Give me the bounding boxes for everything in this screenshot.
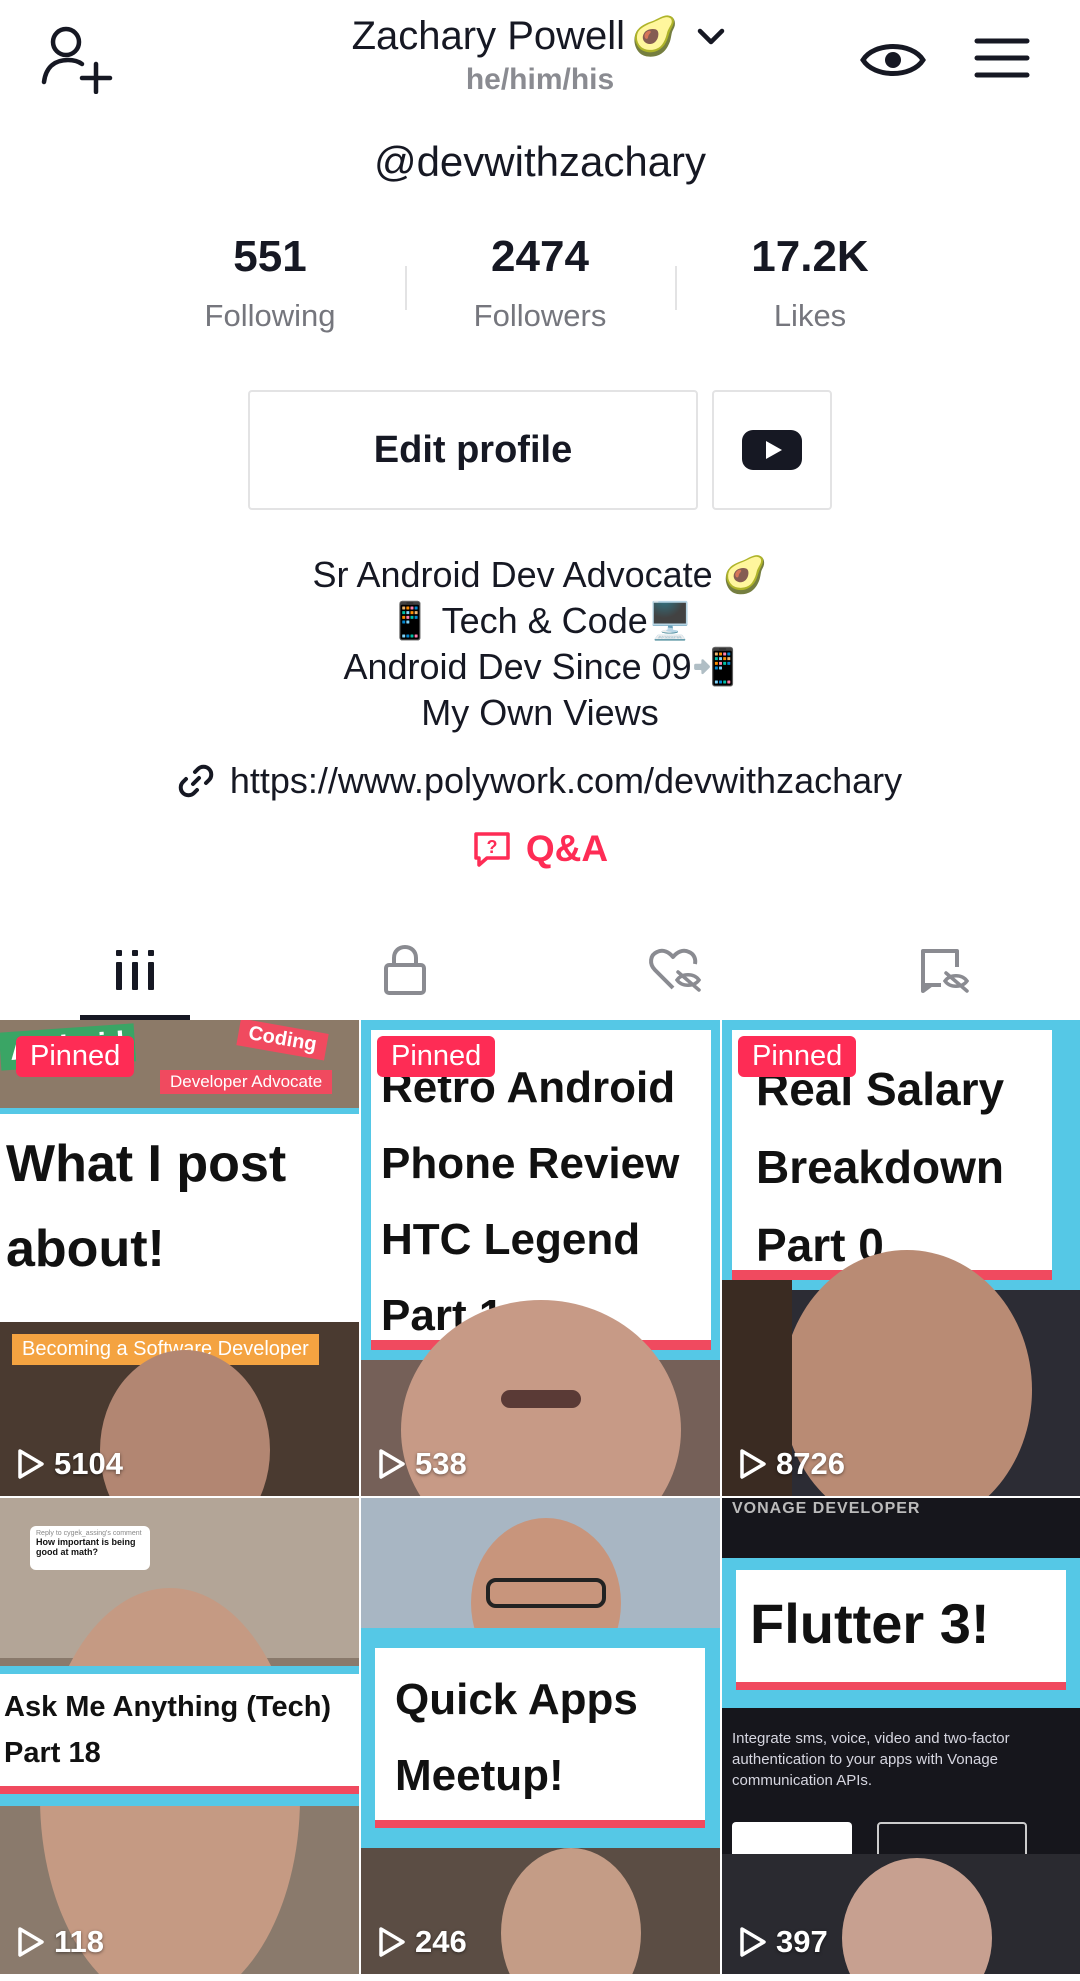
profile-bio: Sr Android Dev Advocate 🥑 📱 Tech & Code🖥… [0,552,1080,736]
comment-text: How important is being good at math? [36,1537,136,1557]
video-title-line: Flutter 3! [750,1592,990,1655]
play-icon [740,1927,766,1957]
avocado-emoji: 🥑 [631,15,679,58]
svg-text:?: ? [486,837,497,857]
qa-button[interactable]: ? Q&A [0,828,1080,870]
profile-handle: @devwithzachary [373,138,707,185]
play-icon [740,1449,766,1479]
video-title-line: Meetup! [395,1751,564,1800]
pinned-badge: Pinned [738,1036,857,1077]
video-caption: Integrate sms, voice, video and two-fact… [732,1730,1010,1789]
comment-reply-label: Reply to cygek_assing's comment [36,1530,142,1537]
play-icon [18,1449,44,1479]
youtube-icon [742,430,802,470]
stat-likes[interactable]: 17.2K Likes [675,232,945,334]
video-thumbnail[interactable]: Android Coding Developer Advocate What I… [0,1020,359,1496]
view-count: 118 [16,1924,104,1960]
profile-actions: Edit profile [0,390,1080,510]
edit-profile-button[interactable]: Edit profile [248,390,698,510]
video-title-line: What I post [6,1135,287,1193]
video-tag: Developer Advocate [160,1070,333,1094]
view-count: 5104 [16,1446,123,1482]
menu-icon[interactable] [974,34,1030,82]
qa-label: Q&A [525,828,609,869]
video-grid: Android Coding Developer Advocate What I… [0,1020,1080,1974]
lock-icon [384,944,426,995]
likes-label: Likes [773,298,847,333]
video-title-line: Ask Me Anything (Tech) [4,1691,332,1723]
view-count: 397 [738,1924,828,1960]
youtube-button[interactable] [712,390,832,510]
chevron-down-icon[interactable] [694,20,728,54]
video-thumbnail[interactable]: Retro Android Phone Review HTC Legend Pa… [361,1020,720,1496]
view-count: 538 [377,1446,467,1482]
link-text: https://www.polywork.com/devwithzachary [229,760,903,801]
video-title-line: about! [6,1220,165,1278]
brand-text: VONAGE DEVELOPER [732,1500,921,1517]
grid-icon [116,950,154,990]
play-icon [379,1449,405,1479]
video-thumbnail[interactable]: Reply to cygek_assing's comment How impo… [0,1498,359,1974]
tab-videos[interactable] [0,920,270,1020]
following-count: 551 [233,232,307,281]
bio-line: 📱 Tech & Code🖥️ [387,600,693,641]
link-icon [178,764,214,798]
content-tabs [0,920,1080,1020]
tab-private[interactable] [270,920,540,1020]
view-count: 8726 [738,1446,845,1482]
following-label: Following [204,298,336,333]
top-bar: Zachary Powell 🥑 he/him/his [0,0,1080,110]
bio-line: My Own Views [421,692,659,733]
likes-count: 17.2K [751,232,869,281]
video-title-line: Phone Review [381,1139,680,1188]
stat-followers[interactable]: 2474 Followers [405,232,675,334]
pinned-badge: Pinned [16,1036,135,1077]
video-title-line: Part 18 [4,1737,101,1769]
profile-link[interactable]: https://www.polywork.com/devwithzachary [0,760,1080,802]
video-thumbnail[interactable]: Quick Apps Meetup! 246 [361,1498,720,1974]
stat-following[interactable]: 551 Following [135,232,405,334]
video-thumbnail[interactable]: VONAGE DEVELOPER Flutter 3! Integrate sm… [722,1498,1080,1974]
video-title-line: HTC Legend [381,1215,641,1264]
tab-liked[interactable] [540,920,810,1020]
stats-row: 551 Following 2474 Followers 17.2K Likes [0,232,1080,334]
hidden-heart-icon [649,948,702,992]
question-bubble-icon: ? [474,832,510,867]
followers-label: Followers [473,298,607,333]
bio-line: Sr Android Dev Advocate 🥑 [312,554,768,595]
view-count: 246 [377,1924,467,1960]
display-name: Zachary Powell [351,14,626,58]
bio-line: Android Dev Since 09📲 [343,646,737,687]
eye-icon[interactable] [860,34,926,86]
tab-favorites[interactable] [810,920,1080,1020]
video-title-line: Quick Apps [395,1675,638,1724]
video-thumbnail[interactable]: Real Salary Breakdown Part 0 Pinned 8726 [722,1020,1080,1496]
hidden-bookmark-icon [921,949,970,993]
followers-count: 2474 [491,232,589,281]
play-icon [379,1927,405,1957]
video-title-line: Breakdown [756,1141,1004,1193]
play-icon [18,1927,44,1957]
pinned-badge: Pinned [377,1036,496,1077]
